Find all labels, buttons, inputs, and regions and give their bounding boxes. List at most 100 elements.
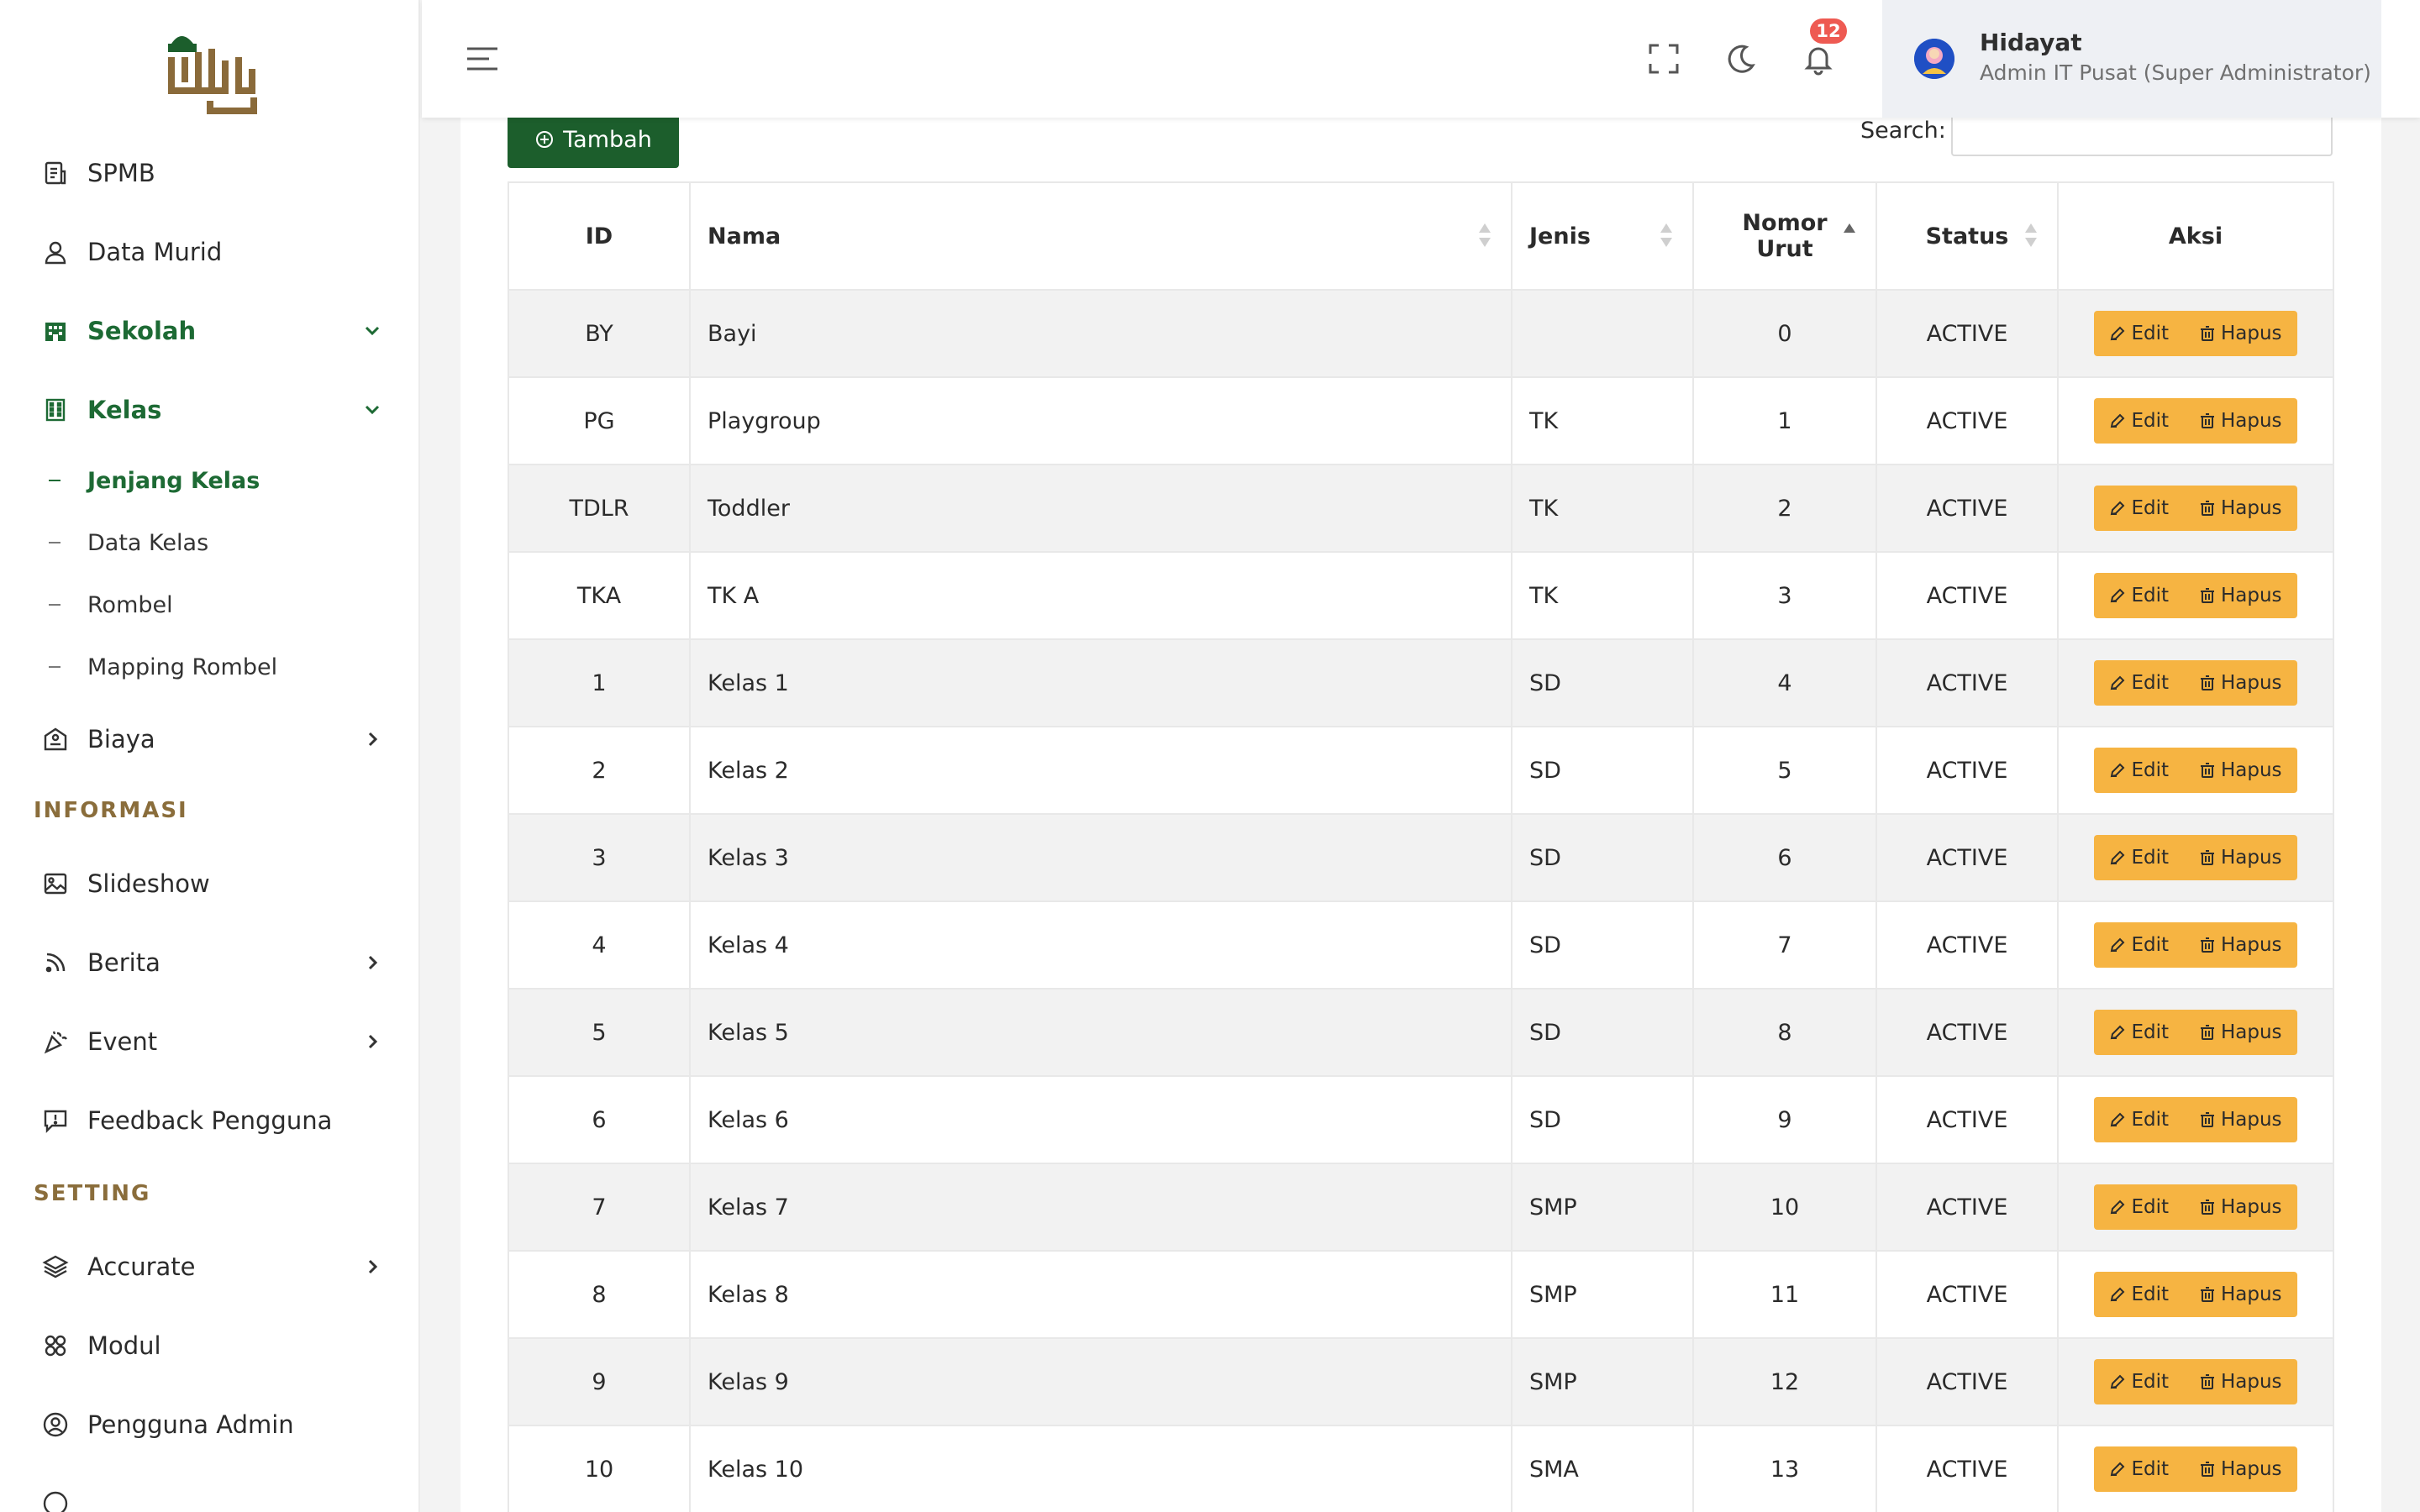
fullscreen-icon[interactable] <box>1644 39 1684 79</box>
column-header-jenis[interactable]: Jenis <box>1511 181 1694 291</box>
sidebar-item-data-murid[interactable]: Data Murid <box>0 218 418 286</box>
edit-button[interactable]: Edit <box>2094 573 2184 618</box>
cell-status: ACTIVE <box>1876 638 2059 727</box>
edit-button[interactable]: Edit <box>2094 1184 2184 1230</box>
sidebar-item-berita[interactable]: Berita <box>0 929 418 996</box>
delete-button[interactable]: Hapus <box>2184 660 2297 706</box>
trash-icon <box>2199 587 2216 604</box>
dash-icon <box>49 480 60 481</box>
cell-nama: Kelas 5 <box>689 988 1512 1077</box>
moon-icon[interactable] <box>1721 39 1761 79</box>
edit-button[interactable]: Edit <box>2094 398 2184 444</box>
cell-id: 1 <box>508 638 691 727</box>
action-group: Edit Hapus <box>2094 1272 2297 1317</box>
delete-button-label: Hapus <box>2220 1284 2282 1305</box>
trash-icon <box>2199 1111 2216 1128</box>
delete-button-label: Hapus <box>2220 672 2282 694</box>
sidebar-item-spmb[interactable]: SPMB <box>0 139 418 207</box>
delete-button-label: Hapus <box>2220 1021 2282 1043</box>
sidebar-item-modul[interactable]: Modul <box>0 1312 418 1379</box>
edit-button[interactable]: Edit <box>2094 922 2184 968</box>
trash-icon <box>2199 412 2216 429</box>
edit-button[interactable]: Edit <box>2094 748 2184 793</box>
cell-actions: Edit Hapus <box>2057 813 2334 902</box>
trash-icon <box>2199 849 2216 866</box>
trash-icon <box>2199 1461 2216 1478</box>
sidebar-item-accurate[interactable]: Accurate <box>0 1233 418 1300</box>
column-header-nama[interactable]: Nama <box>689 181 1512 291</box>
cell-status: ACTIVE <box>1876 1425 2059 1512</box>
cell-jenis: SD <box>1511 638 1694 727</box>
edit-button[interactable]: Edit <box>2094 1010 2184 1055</box>
sidebar-subitem-rombel[interactable]: Rombel <box>0 580 418 630</box>
delete-button[interactable]: Hapus <box>2184 1097 2297 1142</box>
bell-icon[interactable] <box>1798 39 1839 79</box>
edit-button[interactable]: Edit <box>2094 835 2184 880</box>
delete-button[interactable]: Hapus <box>2184 748 2297 793</box>
delete-button[interactable]: Hapus <box>2184 1359 2297 1404</box>
sidebar-item-label: Berita <box>87 948 160 977</box>
action-group: Edit Hapus <box>2094 486 2297 531</box>
add-button[interactable]: Tambah <box>508 111 679 168</box>
cell-nomor-urut: 0 <box>1692 289 1877 378</box>
sidebar-item-feedback-pengguna[interactable]: Feedback Pengguna <box>0 1087 418 1154</box>
edit-button[interactable]: Edit <box>2094 660 2184 706</box>
delete-button[interactable]: Hapus <box>2184 573 2297 618</box>
delete-button[interactable]: Hapus <box>2184 398 2297 444</box>
cell-nama: Kelas 8 <box>689 1250 1512 1339</box>
column-header-label: Status <box>1925 223 2009 249</box>
cell-id: BY <box>508 289 691 378</box>
cell-id: TKA <box>508 551 691 640</box>
app-logo[interactable] <box>156 27 266 116</box>
sidebar-item-event[interactable]: Event <box>0 1008 418 1075</box>
column-header-label: ID <box>585 223 613 249</box>
delete-button[interactable]: Hapus <box>2184 922 2297 968</box>
delete-button[interactable]: Hapus <box>2184 311 2297 356</box>
sidebar-subitem-jenjang-kelas[interactable]: Jenjang Kelas <box>0 455 418 506</box>
column-header-id[interactable]: ID <box>508 181 691 291</box>
pencil-icon <box>2109 675 2126 691</box>
delete-button[interactable]: Hapus <box>2184 486 2297 531</box>
edit-button[interactable]: Edit <box>2094 311 2184 356</box>
sort-ascending-icon <box>1844 223 1855 250</box>
trash-icon <box>2199 1286 2216 1303</box>
delete-button[interactable]: Hapus <box>2184 1446 2297 1492</box>
sidebar-item-kelas[interactable]: Kelas <box>0 376 418 444</box>
sidebar-item-biaya[interactable]: Biaya <box>0 706 418 773</box>
cell-jenis: SMA <box>1511 1425 1694 1512</box>
jenjang-kelas-table: ID Nama Jenis Nomor Urut Status Aksi BY … <box>508 181 2334 1512</box>
column-header-label: Nama <box>708 223 781 249</box>
edit-button[interactable]: Edit <box>2094 1359 2184 1404</box>
delete-button[interactable]: Hapus <box>2184 1272 2297 1317</box>
sidebar-item-pengguna-admin[interactable]: Pengguna Admin <box>0 1391 418 1458</box>
cell-nomor-urut: 5 <box>1692 726 1877 815</box>
sidebar-subitem-data-kelas[interactable]: Data Kelas <box>0 517 418 568</box>
edit-button[interactable]: Edit <box>2094 1097 2184 1142</box>
menu-toggle-icon[interactable] <box>464 40 501 77</box>
user-menu[interactable]: Hidayat Admin IT Pusat (Super Administra… <box>1882 0 2381 118</box>
table-row: TKA TK A TK 3 ACTIVE Edit Hapus <box>508 551 2334 640</box>
delete-button[interactable]: Hapus <box>2184 1184 2297 1230</box>
sidebar-subitem-label: Rombel <box>87 591 173 618</box>
cell-nama: Kelas 7 <box>689 1163 1512 1252</box>
pencil-icon <box>2109 1373 2126 1390</box>
cell-actions: Edit Hapus <box>2057 1163 2334 1252</box>
sidebar: SPMB Data Murid Sekolah Kelas Jenjang Ke… <box>0 0 420 1512</box>
table-row: BY Bayi 0 ACTIVE Edit Hapus <box>508 289 2334 378</box>
delete-button[interactable]: Hapus <box>2184 1010 2297 1055</box>
sidebar-item-slideshow[interactable]: Slideshow <box>0 850 418 917</box>
column-header-status[interactable]: Status <box>1876 181 2059 291</box>
edit-button[interactable]: Edit <box>2094 486 2184 531</box>
trash-icon <box>2199 1199 2216 1215</box>
sidebar-item-label: SPMB <box>87 159 155 187</box>
sidebar-item-sekolah[interactable]: Sekolah <box>0 297 418 365</box>
delete-button[interactable]: Hapus <box>2184 835 2297 880</box>
edit-button[interactable]: Edit <box>2094 1272 2184 1317</box>
column-header-nomor-urut[interactable]: Nomor Urut <box>1692 181 1877 291</box>
layers-icon <box>39 1250 72 1284</box>
cell-id: 10 <box>508 1425 691 1512</box>
sidebar-subitem-mapping-rombel[interactable]: Mapping Rombel <box>0 642 418 692</box>
sidebar-item-cutoff[interactable] <box>0 1470 418 1512</box>
avatar <box>1914 39 1954 79</box>
edit-button[interactable]: Edit <box>2094 1446 2184 1492</box>
